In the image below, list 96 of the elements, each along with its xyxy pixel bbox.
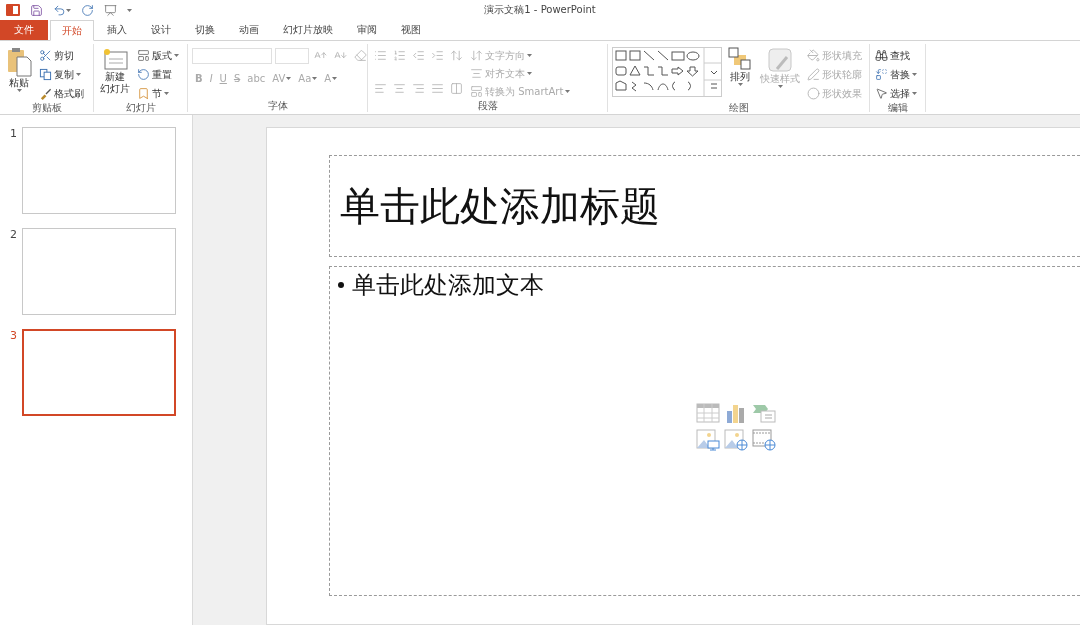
caret-icon [527, 72, 532, 75]
ribbon-button[interactable]: 替换 [874, 66, 918, 83]
caret-icon [332, 77, 338, 80]
title-placeholder[interactable]: 单击此处添加标题 [329, 155, 1080, 257]
smartart-icon [470, 85, 483, 98]
caret-icon [127, 8, 132, 12]
new-slide-button[interactable]: 新建 幻灯片 [98, 47, 132, 102]
shapes-gallery-drawing[interactable] [612, 47, 722, 97]
app-logo-icon [6, 3, 20, 17]
ribbon-button[interactable]: 选择 [874, 85, 918, 102]
caret-icon [777, 85, 783, 88]
presentation-icon [104, 3, 117, 17]
group-label: 字体 [266, 100, 289, 112]
caret-icon [66, 8, 71, 12]
clear-format-button[interactable] [352, 47, 369, 64]
slide-number: 1 [10, 127, 16, 142]
arrange-icon [728, 47, 752, 71]
section-icon [137, 87, 150, 100]
picture-icon[interactable] [696, 429, 720, 451]
group-label: 幻灯片 [124, 102, 157, 114]
ribbon-button[interactable]: 节 [136, 85, 180, 102]
layout-icon [137, 49, 150, 62]
line-spacing-icon [450, 49, 463, 62]
align-left-icon [374, 82, 387, 95]
online-picture-icon[interactable] [724, 429, 748, 451]
new-slide-icon [102, 47, 128, 71]
ribbon-button[interactable]: 查找 [874, 47, 918, 64]
ribbon-button[interactable]: 版式 [136, 47, 180, 64]
slideshow-button[interactable] [104, 3, 117, 17]
redo-icon [81, 3, 94, 17]
copy-icon [39, 68, 52, 81]
slide-thumbnail[interactable] [22, 228, 176, 315]
caret-icon [912, 73, 917, 76]
caret-icon [76, 73, 81, 76]
redo-button[interactable] [81, 3, 94, 17]
file-tab[interactable]: 文件 [0, 20, 48, 40]
caret-icon [312, 77, 318, 80]
slide-thumbnail[interactable] [22, 127, 176, 214]
eraser-icon [354, 49, 367, 62]
slide-number: 2 [10, 228, 16, 243]
save-icon [30, 3, 43, 17]
customize-button[interactable] [127, 8, 132, 12]
caret-icon [286, 77, 292, 80]
caret-icon [164, 92, 169, 95]
align-text-icon [470, 67, 483, 80]
paint-bucket-icon [807, 49, 820, 62]
caret-icon [565, 90, 571, 93]
quick-styles-icon [767, 47, 793, 73]
font-size-field[interactable] [275, 47, 309, 64]
arrange-button[interactable]: 排列 [726, 47, 754, 102]
text-direction-icon [470, 49, 483, 62]
justify-icon [431, 82, 444, 95]
align-right-icon [412, 82, 425, 95]
scissors-icon [39, 49, 52, 62]
group-label: 剪贴板 [30, 102, 63, 114]
slide-number: 3 [10, 329, 16, 344]
caret-icon [16, 89, 22, 92]
replace-icon [875, 68, 888, 81]
video-icon[interactable] [752, 429, 776, 451]
title-placeholder-text: 单击此处添加标题 [340, 181, 660, 231]
columns-icon [450, 82, 463, 95]
save-button[interactable] [30, 3, 43, 17]
ribbon-button[interactable]: 重置 [136, 66, 180, 83]
paintbrush-icon [39, 87, 52, 100]
ribbon-tab[interactable]: 开始 [50, 20, 94, 41]
paste-button[interactable]: 粘贴 [4, 47, 34, 102]
caret-icon [174, 54, 179, 57]
bullet-icon [338, 282, 344, 288]
pointer-icon [875, 87, 888, 100]
increase-indent-icon [431, 49, 444, 62]
caret-icon [527, 54, 532, 57]
content-placeholder[interactable]: 单击此处添加文本 [329, 266, 1080, 596]
slide-thumbnail[interactable] [22, 329, 176, 416]
group-label: 编辑 [886, 102, 909, 114]
smartart-icon[interactable] [752, 403, 776, 423]
window-title: 演示文稿1 - PowerPoint [484, 3, 596, 17]
undo-button[interactable] [53, 3, 71, 17]
pen-icon [807, 68, 820, 81]
caret-icon [912, 92, 917, 95]
ribbon-button[interactable]: 剪切 [38, 47, 85, 64]
group-label: 绘图 [727, 102, 750, 114]
reset-icon [137, 68, 150, 81]
caret-icon [737, 83, 743, 86]
columns-button[interactable] [448, 80, 465, 97]
ribbon-button[interactable]: 格式刷 [38, 85, 85, 102]
bullets-icon [374, 49, 387, 62]
group-label: 段落 [476, 100, 499, 112]
binoculars-icon [875, 49, 888, 62]
clipboard-icon [6, 47, 32, 77]
table-icon[interactable] [696, 403, 720, 423]
body-placeholder-text: 单击此处添加文本 [338, 269, 1080, 301]
numbering-icon [393, 49, 406, 62]
align-center-icon [393, 82, 406, 95]
decrease-indent-icon [412, 49, 425, 62]
undo-icon [53, 3, 66, 17]
ribbon-button[interactable]: 复制 [38, 66, 85, 83]
